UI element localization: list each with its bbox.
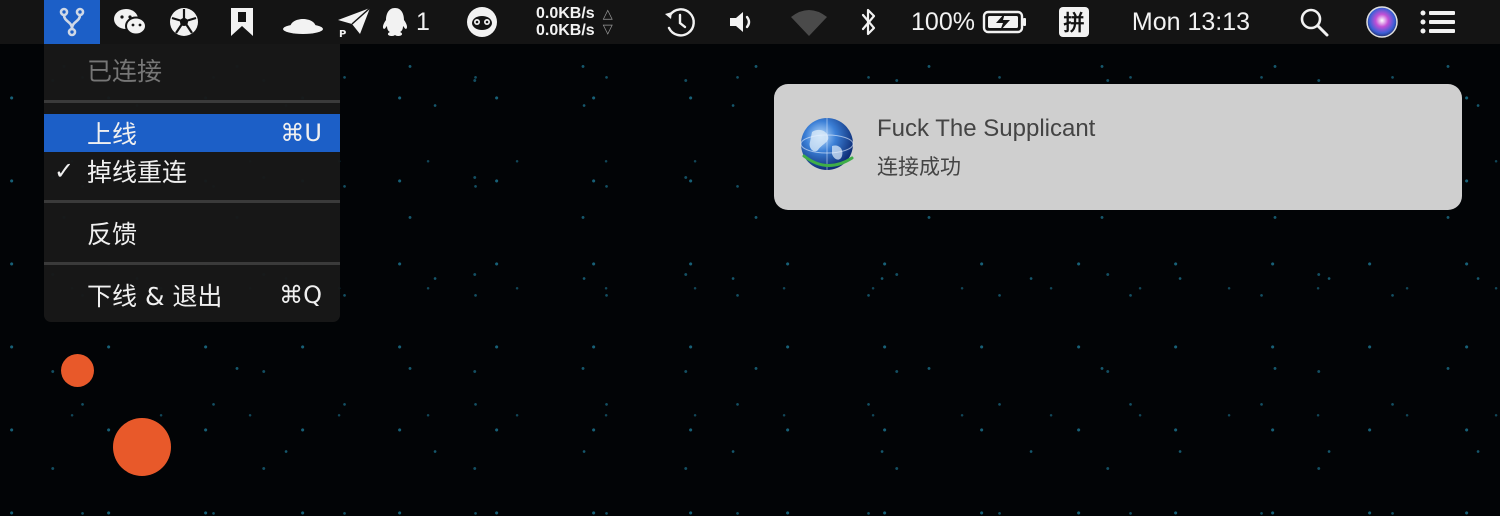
menu-item-feedback[interactable]: 反馈 xyxy=(44,214,340,252)
aperture-icon[interactable] xyxy=(164,0,204,44)
download-arrow-icon: ▽ xyxy=(602,22,613,37)
download-rate: 0.0KB/s xyxy=(536,22,595,39)
menu-separator xyxy=(44,200,340,203)
paper-plane-icon[interactable]: P xyxy=(334,0,374,44)
wifi-icon[interactable] xyxy=(786,0,832,44)
notification-center-list-icon[interactable] xyxy=(1416,0,1460,44)
menu-item-shortcut: ⌘U xyxy=(280,119,322,147)
spotlight-icon[interactable] xyxy=(1294,0,1334,44)
upload-arrow-icon: △ xyxy=(602,7,613,22)
globe-icon xyxy=(798,116,856,174)
menu-item-auto-reconnect[interactable]: ✓ 掉线重连 xyxy=(44,152,340,190)
menu-item-online[interactable]: 上线 ⌘U xyxy=(44,114,340,152)
input-method-indicator[interactable]: 拼 xyxy=(1056,0,1092,44)
menu-item-label: 下线 & 退出 xyxy=(87,282,223,311)
volume-icon[interactable] xyxy=(722,0,762,44)
menubar-clock[interactable]: Mon 13:13 xyxy=(1118,0,1264,44)
qq-icon[interactable]: 1 xyxy=(380,0,436,44)
menu-status-label: 已连接 xyxy=(87,57,163,86)
bookmark-app-icon[interactable] xyxy=(222,0,262,44)
bluetooth-icon[interactable] xyxy=(852,0,886,44)
upload-rate: 0.0KB/s xyxy=(536,5,595,22)
menu-bar: P 1 0.0KB/s 0.0KB/s △ ▽ 100% 拼 Mon 13:13 xyxy=(0,0,1500,44)
helmet-icon[interactable] xyxy=(280,0,326,44)
orange-dot-small xyxy=(61,354,94,387)
checkmark-icon: ✓ xyxy=(54,157,75,185)
network-speed-monitor[interactable]: 0.0KB/s 0.0KB/s △ ▽ xyxy=(536,0,636,44)
notification-body: 连接成功 xyxy=(877,155,961,179)
siri-icon[interactable] xyxy=(1360,0,1404,44)
notification-title: Fuck The Supplicant xyxy=(877,115,1096,142)
svg-text:P: P xyxy=(339,29,346,38)
menu-item-logout-quit[interactable]: 下线 & 退出 ⌘Q xyxy=(44,276,340,314)
battery-percentage[interactable]: 100% xyxy=(908,0,978,44)
notification-banner[interactable]: Fuck The Supplicant 连接成功 xyxy=(774,84,1462,210)
network-fork-icon[interactable] xyxy=(44,0,100,44)
menu-separator xyxy=(44,262,340,265)
app-dropdown-menu: 已连接 上线 ⌘U ✓ 掉线重连 反馈 下线 & 退出 ⌘Q xyxy=(44,44,340,322)
orange-dot-large xyxy=(113,418,171,476)
menu-item-label: 掉线重连 xyxy=(87,158,188,187)
battery-charging-icon[interactable] xyxy=(980,0,1030,44)
owl-icon[interactable] xyxy=(460,0,504,44)
time-machine-icon[interactable] xyxy=(658,0,702,44)
qq-badge-count: 1 xyxy=(416,7,430,36)
wechat-icon[interactable] xyxy=(108,0,152,44)
menu-item-shortcut: ⌘Q xyxy=(279,281,322,309)
menu-separator xyxy=(44,100,340,103)
menu-item-label: 反馈 xyxy=(87,220,138,249)
input-method-label: 拼 xyxy=(1059,7,1089,37)
menu-status-connected: 已连接 xyxy=(44,51,340,89)
menu-item-label: 上线 xyxy=(87,120,138,149)
